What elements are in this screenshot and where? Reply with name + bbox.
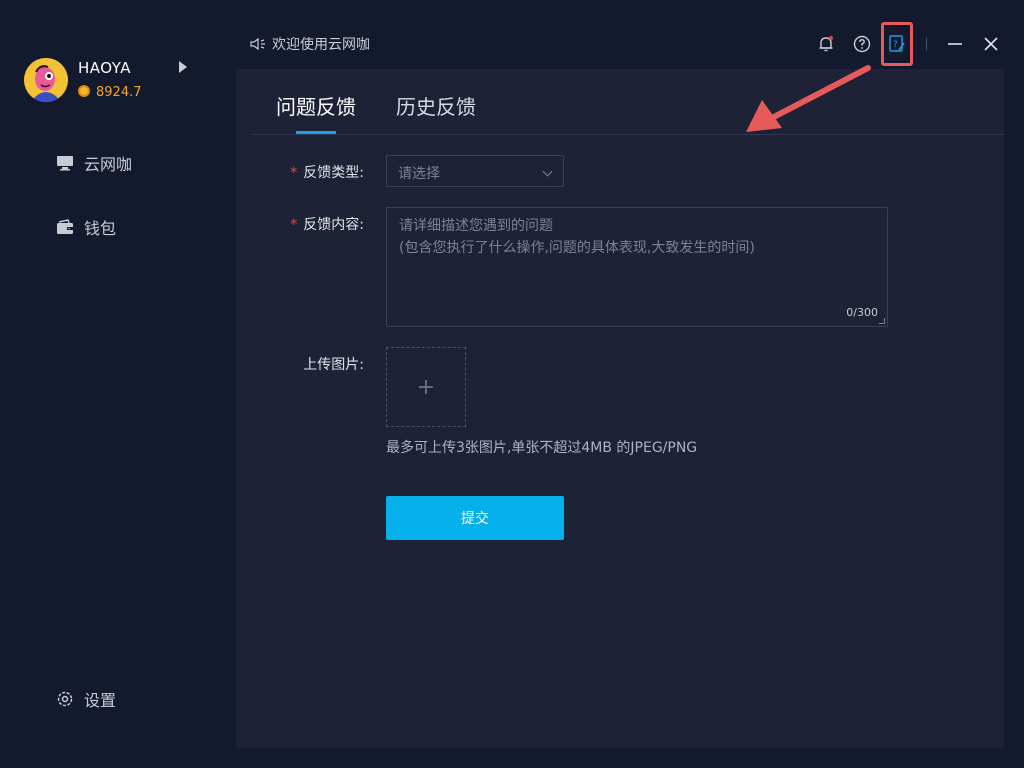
sidebar-item-settings[interactable]: 设置 [56, 687, 116, 711]
feedback-type-select[interactable]: 请选择 [386, 155, 564, 187]
annotation-arrow [746, 65, 871, 132]
app-window: HAOYA 8924.7 云网咖 钱包 设置 欢迎使用云网咖 ? 问题反馈 历史… [0, 0, 1024, 768]
feedback-content-label: * 反馈内容: [290, 217, 364, 233]
char-counter: 0/300 [846, 306, 878, 319]
sidebar-item-label: 云网咖 [84, 155, 133, 174]
tab-history[interactable]: 历史反馈 [396, 91, 476, 120]
user-profile[interactable]: HAOYA 8924.7 [24, 57, 204, 103]
tab-bar: 问题反馈 历史反馈 [252, 69, 1004, 135]
sidebar-item-cloud-cafe[interactable]: 云网咖 [56, 151, 132, 175]
active-tab-indicator [296, 131, 336, 134]
sidebar: HAOYA 8924.7 云网咖 钱包 设置 [0, 0, 236, 768]
feedback-type-label: * 反馈类型: [290, 165, 364, 181]
sidebar-item-wallet[interactable]: 钱包 [56, 215, 116, 239]
titlebar-divider [926, 38, 927, 50]
avatar[interactable] [24, 58, 68, 102]
welcome-text: 欢迎使用云网咖 [272, 37, 370, 53]
resize-handle[interactable] [879, 318, 885, 324]
minimize-icon[interactable] [943, 32, 967, 56]
title-bar: 欢迎使用云网咖 ? [236, 22, 1024, 66]
chevron-right-icon[interactable] [179, 61, 187, 73]
speaker-icon [250, 37, 266, 51]
coin-balance: 8924.7 [78, 85, 142, 100]
coin-icon [78, 85, 90, 97]
bell-icon[interactable] [814, 32, 838, 56]
gear-icon [56, 690, 74, 708]
chevron-down-icon [542, 166, 553, 177]
welcome-banner: 欢迎使用云网咖 [250, 34, 370, 54]
close-icon[interactable] [979, 32, 1003, 56]
feedback-content-textarea[interactable]: 请详细描述您遇到的问题 (包含您执行了什么操作,问题的具体表现,大致发生的时间)… [386, 207, 888, 327]
help-icon[interactable] [850, 32, 874, 56]
tab-feedback[interactable]: 问题反馈 [276, 91, 356, 120]
feedback-icon[interactable]: ? [885, 32, 909, 56]
upload-hint: 最多可上传3张图片,单张不超过4MB 的JPEG/PNG [386, 440, 698, 456]
required-mark: * [290, 165, 298, 181]
username: HAOYA [78, 59, 132, 77]
submit-button[interactable]: 提交 [386, 496, 564, 540]
plus-icon: + [416, 374, 436, 400]
select-placeholder: 请选择 [398, 166, 440, 182]
coin-amount: 8924.7 [96, 85, 142, 100]
textarea-placeholder-line1: 请详细描述您遇到的问题 [399, 218, 553, 234]
sidebar-item-label: 钱包 [84, 219, 117, 238]
monitor-icon [56, 154, 74, 172]
textarea-placeholder-line2: (包含您执行了什么操作,问题的具体表现,大致发生的时间) [399, 240, 755, 256]
required-mark: * [290, 217, 298, 233]
svg-text:?: ? [893, 40, 898, 50]
upload-label: 上传图片: [303, 357, 364, 373]
sidebar-item-label: 设置 [84, 691, 117, 710]
upload-image-button[interactable]: + [386, 347, 466, 427]
feedback-panel: 问题反馈 历史反馈 * 反馈类型: 请选择 * 反馈内容: 请详细描述您遇到的问题 … [236, 69, 1004, 748]
wallet-icon [56, 218, 74, 236]
